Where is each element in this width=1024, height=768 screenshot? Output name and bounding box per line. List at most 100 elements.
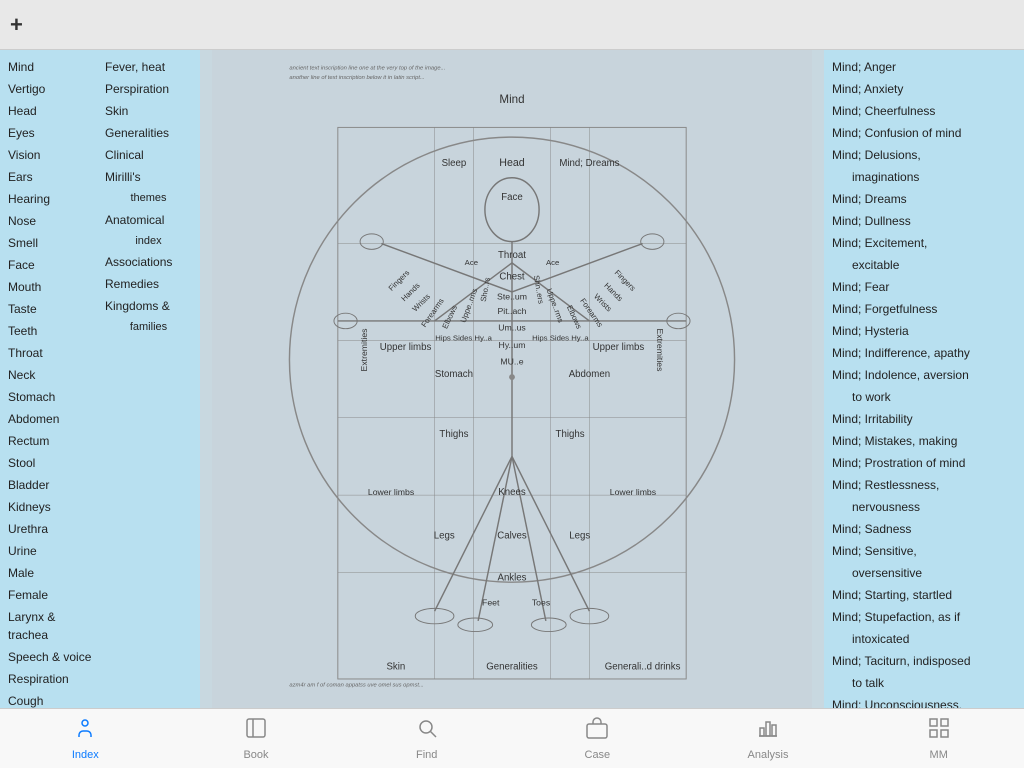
- right-sidebar-item[interactable]: Mind; Restlessness,: [828, 474, 1020, 496]
- left-sidebar-item[interactable]: Hearing: [4, 188, 99, 210]
- mm-icon: [927, 716, 951, 746]
- right-sidebar-item[interactable]: Mind; Unconsciousness,: [828, 694, 1020, 708]
- add-button[interactable]: +: [10, 12, 23, 38]
- right-sidebar-item[interactable]: Mind; Prostration of mind: [828, 452, 1020, 474]
- right-sidebar-item[interactable]: Mind; Taciturn, indisposed: [828, 650, 1020, 672]
- right-sidebar-item[interactable]: Mind; Indifference, apathy: [828, 342, 1020, 364]
- svg-text:Calves: Calves: [497, 531, 527, 542]
- right-sidebar-item[interactable]: Mind; Mistakes, making: [828, 430, 1020, 452]
- right-sidebar-item[interactable]: nervousness: [828, 496, 1020, 518]
- right-sidebar-item[interactable]: Mind; Sadness: [828, 518, 1020, 540]
- left-sidebar-item[interactable]: Eyes: [4, 122, 99, 144]
- left-sidebar-item[interactable]: Remedies: [101, 273, 196, 295]
- left-sidebar-item[interactable]: Teeth: [4, 320, 99, 342]
- svg-text:Ankles: Ankles: [498, 572, 527, 583]
- left-sidebar-item[interactable]: Cough: [4, 690, 99, 708]
- right-sidebar-item[interactable]: Mind; Confusion of mind: [828, 122, 1020, 144]
- right-sidebar-item[interactable]: to work: [828, 386, 1020, 408]
- left-sidebar-item[interactable]: families: [101, 317, 196, 338]
- left-sidebar-item[interactable]: Ears: [4, 166, 99, 188]
- vitruvian-svg: ancient text inscription line one at the…: [200, 50, 824, 708]
- left-sidebar-item[interactable]: index: [101, 231, 196, 252]
- left-sidebar-item[interactable]: Stomach: [4, 386, 99, 408]
- right-sidebar-item[interactable]: Mind; Hysteria: [828, 320, 1020, 342]
- left-sidebar-item[interactable]: Stool: [4, 452, 99, 474]
- right-sidebar-item[interactable]: Mind; Anxiety: [828, 78, 1020, 100]
- left-sidebar-item[interactable]: Face: [4, 254, 99, 276]
- right-sidebar-item[interactable]: excitable: [828, 254, 1020, 276]
- left-sidebar-item[interactable]: Nose: [4, 210, 99, 232]
- right-sidebar-item[interactable]: Mind; Sensitive,: [828, 540, 1020, 562]
- center-image: ancient text inscription line one at the…: [200, 50, 824, 708]
- left-sidebar-item[interactable]: Abdomen: [4, 408, 99, 430]
- right-sidebar-item[interactable]: Mind; Indolence, aversion: [828, 364, 1020, 386]
- left-sidebar-item[interactable]: Taste: [4, 298, 99, 320]
- left-sidebar-item[interactable]: Male: [4, 562, 99, 584]
- right-sidebar-item[interactable]: oversensitive: [828, 562, 1020, 584]
- left-sidebar-item[interactable]: Throat: [4, 342, 99, 364]
- tab-book[interactable]: Book: [171, 716, 342, 761]
- right-sidebar-item[interactable]: Mind; Forgetfulness: [828, 298, 1020, 320]
- tab-case[interactable]: Case: [512, 716, 683, 761]
- tab-label-case: Case: [585, 749, 611, 761]
- right-sidebar-item[interactable]: intoxicated: [828, 628, 1020, 650]
- tab-label-index: Index: [72, 749, 99, 761]
- right-sidebar-item[interactable]: Mind; Anger: [828, 56, 1020, 78]
- svg-text:another line of text inscripti: another line of text inscription below i…: [289, 75, 424, 81]
- right-sidebar-item[interactable]: Mind; Dreams: [828, 188, 1020, 210]
- left-sidebar-item[interactable]: Mind: [4, 56, 99, 78]
- left-sidebar-item[interactable]: Vision: [4, 144, 99, 166]
- book-icon: [244, 716, 268, 746]
- left-sidebar-item[interactable]: Fever, heat: [101, 56, 196, 78]
- right-sidebar-item[interactable]: Mind; Delusions,: [828, 144, 1020, 166]
- svg-text:MU..e: MU..e: [500, 356, 523, 366]
- tab-find[interactable]: Find: [341, 716, 512, 761]
- left-sidebar-item[interactable]: Urethra: [4, 518, 99, 540]
- right-sidebar-item[interactable]: to talk: [828, 672, 1020, 694]
- left-sidebar-item[interactable]: Generalities: [101, 122, 196, 144]
- left-sidebar-item[interactable]: Vertigo: [4, 78, 99, 100]
- tab-mm[interactable]: MM: [853, 716, 1024, 761]
- tab-analysis[interactable]: Analysis: [683, 716, 854, 761]
- left-sidebar-item[interactable]: Mouth: [4, 276, 99, 298]
- left-sidebar-item[interactable]: Perspiration: [101, 78, 196, 100]
- svg-text:Mind: Mind: [499, 93, 524, 106]
- left-sidebar-item[interactable]: Kidneys: [4, 496, 99, 518]
- tab-index[interactable]: Index: [0, 716, 171, 761]
- svg-text:Thighs: Thighs: [556, 429, 585, 440]
- left-sidebar-item[interactable]: Smell: [4, 232, 99, 254]
- left-sidebar-item[interactable]: Urine: [4, 540, 99, 562]
- right-sidebar-item[interactable]: Mind; Dullness: [828, 210, 1020, 232]
- left-sidebar-item[interactable]: Anatomical: [101, 209, 196, 231]
- svg-text:Head: Head: [499, 157, 524, 169]
- right-sidebar-item[interactable]: Mind; Excitement,: [828, 232, 1020, 254]
- svg-text:Knees: Knees: [498, 487, 526, 498]
- right-sidebar-item[interactable]: Mind; Cheerfulness: [828, 100, 1020, 122]
- right-sidebar-item[interactable]: Mind; Fear: [828, 276, 1020, 298]
- left-sidebar-item[interactable]: Respiration: [4, 668, 99, 690]
- left-sidebar-item[interactable]: Clinical: [101, 144, 196, 166]
- left-sidebar-item[interactable]: Bladder: [4, 474, 99, 496]
- left-sidebar-item[interactable]: Skin: [101, 100, 196, 122]
- left-sidebar-item[interactable]: Neck: [4, 364, 99, 386]
- vitruvian-container: ancient text inscription line one at the…: [200, 50, 824, 708]
- svg-text:Legs: Legs: [434, 531, 455, 542]
- left-sidebar-item[interactable]: Female: [4, 584, 99, 606]
- left-sidebar-item[interactable]: Kingdoms &: [101, 295, 196, 317]
- right-sidebar-item[interactable]: imaginations: [828, 166, 1020, 188]
- left-sidebar-item[interactable]: Mirilli's: [101, 166, 196, 188]
- left-sidebar-item[interactable]: Speech & voice: [4, 646, 99, 668]
- right-sidebar-item[interactable]: Mind; Stupefaction, as if: [828, 606, 1020, 628]
- analysis-icon: [756, 716, 780, 746]
- left-sidebar-item[interactable]: Rectum: [4, 430, 99, 452]
- left-sidebar-item[interactable]: Head: [4, 100, 99, 122]
- right-sidebar-item[interactable]: Mind; Starting, startled: [828, 584, 1020, 606]
- left-sidebar-item[interactable]: Larynx & trachea: [4, 606, 99, 646]
- left-sidebar: MindVertigoHeadEyesVisionEarsHearingNose…: [0, 50, 200, 708]
- left-sidebar-item[interactable]: themes: [101, 188, 196, 209]
- find-icon: [415, 716, 439, 746]
- left-sidebar-item[interactable]: Associations: [101, 251, 196, 273]
- svg-text:Sleep: Sleep: [442, 158, 467, 169]
- tab-label-analysis: Analysis: [748, 749, 789, 761]
- right-sidebar-item[interactable]: Mind; Irritability: [828, 408, 1020, 430]
